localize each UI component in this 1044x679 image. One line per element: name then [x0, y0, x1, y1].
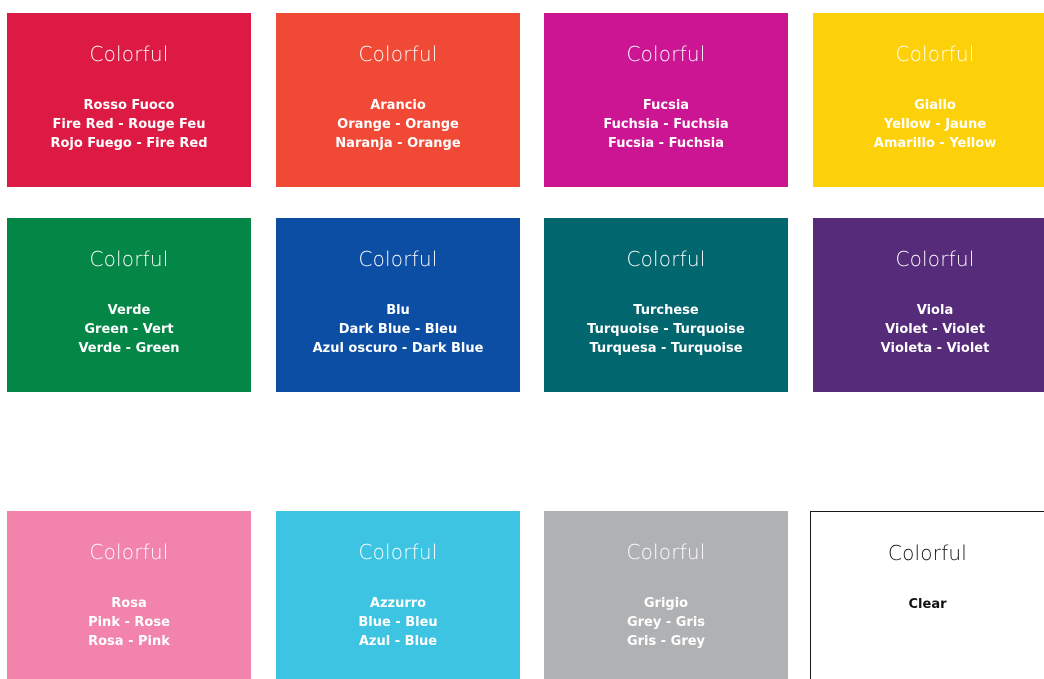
swatch-color-names: Verde Green - Vert Verde - Green [7, 301, 251, 358]
swatch-brand-label: Colorful [626, 42, 706, 66]
swatch-color-names: Blu Dark Blue - Bleu Azul oscuro - Dark … [276, 301, 520, 358]
color-name-italian: Rosso Fuoco [83, 98, 175, 113]
color-swatch-yellow[interactable]: Colorful Giallo Yellow - Jaune Amarillo … [813, 13, 1044, 187]
swatch-color-names: Rosso Fuoco Fire Red - Rouge Feu Rojo Fu… [7, 96, 251, 153]
color-name-italian: Fucsia [642, 98, 690, 113]
color-swatch-green[interactable]: Colorful Verde Green - Vert Verde - Gree… [7, 218, 251, 392]
color-name-spanish-english: Gris - Grey [626, 634, 706, 649]
color-swatch-blue[interactable]: Colorful Azzurro Blue - Bleu Azul - Blue [276, 511, 520, 679]
swatch-brand-label: Colorful [887, 541, 968, 565]
color-name-spanish-english: Fucsia - Fuchsia [607, 136, 725, 151]
swatch-brand-label: Colorful [358, 42, 438, 66]
color-name-italian: Blu [386, 303, 410, 318]
color-name-english-french: Green - Vert [84, 322, 174, 337]
color-swatch-fire-red[interactable]: Colorful Rosso Fuoco Fire Red - Rouge Fe… [7, 13, 251, 187]
color-name-english-french: Yellow - Jaune [883, 117, 987, 132]
color-name-spanish-english: Azul - Blue [358, 634, 438, 649]
color-name-spanish-english: Amarillo - Yellow [873, 136, 997, 151]
color-swatch-grey[interactable]: Colorful Grigio Grey - Gris Gris - Grey [544, 511, 788, 679]
swatch-brand-label: Colorful [626, 247, 706, 271]
color-name-italian: Grigio [643, 596, 689, 611]
color-swatch-violet[interactable]: Colorful Viola Violet - Violet Violeta -… [813, 218, 1044, 392]
color-name-spanish-english: Rosa - Pink [88, 634, 170, 649]
swatch-color-names: Giallo Yellow - Jaune Amarillo - Yellow [813, 96, 1044, 153]
swatch-color-names: Arancio Orange - Orange Naranja - Orange [276, 96, 520, 153]
color-swatch-turquoise[interactable]: Colorful Turchese Turquoise - Turquoise … [544, 218, 788, 392]
swatch-brand-label: Colorful [89, 247, 169, 271]
swatch-color-names: Turchese Turquoise - Turquoise Turquesa … [544, 301, 788, 358]
swatch-brand-label: Colorful [626, 540, 706, 564]
color-name-italian: Verde [107, 303, 151, 318]
color-name-english-french: Turquoise - Turquoise [587, 322, 745, 337]
color-name-english-french: Grey - Gris [626, 615, 706, 630]
swatch-color-names: Grigio Grey - Gris Gris - Grey [544, 594, 788, 651]
color-name-italian: Giallo [914, 98, 956, 113]
swatch-brand-label: Colorful [895, 247, 975, 271]
color-name-english-french: Fire Red - Rouge Feu [52, 117, 206, 132]
color-name-english-french: Dark Blue - Bleu [338, 322, 458, 337]
color-name-english-french: Fuchsia - Fuchsia [603, 117, 729, 132]
swatch-brand-label: Colorful [358, 247, 438, 271]
color-name-english-french: Pink - Rose [88, 615, 170, 630]
color-name-spanish-english: Verde - Green [78, 341, 180, 356]
color-swatch-dark-blue[interactable]: Colorful Blu Dark Blue - Bleu Azul oscur… [276, 218, 520, 392]
color-swatch-orange[interactable]: Colorful Arancio Orange - Orange Naranja… [276, 13, 520, 187]
color-name-english-french: Orange - Orange [337, 117, 459, 132]
color-name-italian: Viola [916, 303, 954, 318]
color-swatch-fuchsia[interactable]: Colorful Fucsia Fuchsia - Fuchsia Fucsia… [544, 13, 788, 187]
color-name-english-french: Blue - Bleu [358, 615, 438, 630]
color-name-italian: Turchese [633, 303, 699, 318]
swatch-brand-label: Colorful [89, 540, 169, 564]
swatch-color-names: Azzurro Blue - Bleu Azul - Blue [276, 594, 520, 651]
color-name-italian: Rosa [111, 596, 147, 611]
swatch-color-names: Viola Violet - Violet Violeta - Violet [813, 301, 1044, 358]
color-name-spanish-english: Violeta - Violet [880, 341, 990, 356]
color-name-italian: Arancio [370, 98, 426, 113]
swatch-brand-label: Colorful [358, 540, 438, 564]
color-name-spanish-english: Azul oscuro - Dark Blue [312, 341, 484, 356]
color-name-italian: Azzurro [369, 596, 427, 611]
swatch-color-names: Clear [811, 595, 1044, 614]
color-swatch-clear[interactable]: Colorful Clear [810, 511, 1044, 679]
color-name-spanish-english: Rojo Fuego - Fire Red [50, 136, 208, 151]
color-swatch-pink[interactable]: Colorful Rosa Pink - Rose Rosa - Pink [7, 511, 251, 679]
swatch-brand-label: Colorful [89, 42, 169, 66]
color-name-clear: Clear [908, 597, 947, 612]
color-name-spanish-english: Turquesa - Turquoise [589, 341, 743, 356]
swatch-color-names: Fucsia Fuchsia - Fuchsia Fucsia - Fuchsi… [544, 96, 788, 153]
swatch-color-names: Rosa Pink - Rose Rosa - Pink [7, 594, 251, 651]
color-name-spanish-english: Naranja - Orange [335, 136, 461, 151]
swatch-brand-label: Colorful [895, 42, 975, 66]
color-name-english-french: Violet - Violet [885, 322, 985, 337]
